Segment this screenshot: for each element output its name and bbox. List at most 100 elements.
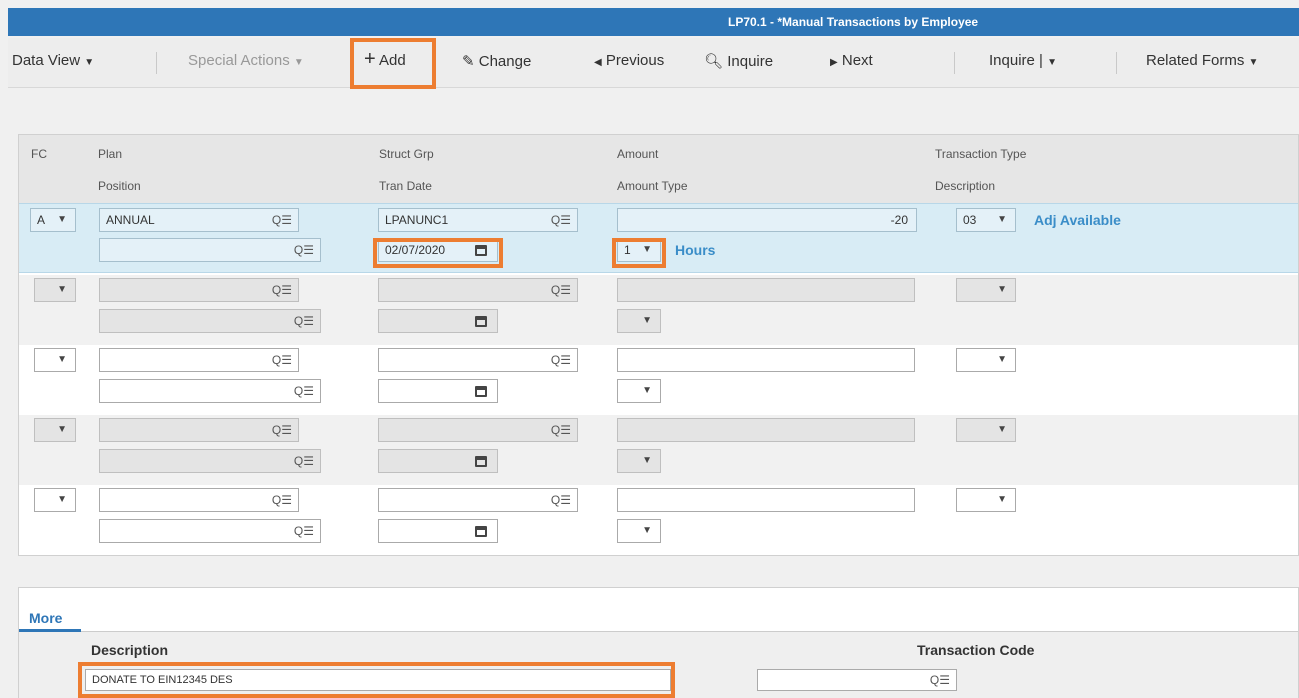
plan-field[interactable]: Q☰ — [99, 278, 299, 302]
header-position: Position — [98, 179, 141, 193]
chevron-down-icon: ▼ — [57, 494, 67, 505]
chevron-down-icon: ▼ — [57, 354, 67, 365]
header-fc: FC — [31, 147, 47, 161]
chevron-down-icon: ▼ — [1047, 57, 1058, 68]
related-forms-menu[interactable]: Related Forms ▼ — [1146, 52, 1258, 69]
grid-header: FC Plan Position Struct Grp Tran Date Am… — [19, 135, 1298, 203]
transaction-code-field[interactable]: Q☰ — [757, 669, 957, 691]
toolbar-divider — [1116, 52, 1117, 74]
struct-grp-field[interactable]: Q☰ — [378, 278, 578, 302]
search-list-icon[interactable]: Q☰ — [294, 380, 314, 402]
fc-select[interactable]: ▼ — [34, 278, 76, 302]
table-row[interactable]: ▼ Q☰ Q☰ Q☰ ▼ ▼ — [19, 415, 1298, 485]
amount-field[interactable] — [617, 418, 915, 442]
tran-date-field[interactable] — [378, 309, 498, 333]
fc-select[interactable]: ▼ — [34, 488, 76, 512]
toolbar: Data View ▼ Special Actions ▼ + Add ✎ Ch… — [8, 38, 1299, 88]
special-actions-menu[interactable]: Special Actions ▼ — [188, 52, 304, 69]
tran-date-field[interactable] — [378, 519, 498, 543]
search-list-icon[interactable]: Q☰ — [551, 279, 571, 301]
search-list-icon[interactable]: Q☰ — [272, 489, 292, 511]
struct-grp-field[interactable]: LPANUNC1 Q☰ — [378, 208, 578, 232]
struct-grp-field[interactable]: Q☰ — [378, 418, 578, 442]
amount-type-select[interactable]: ▼ — [617, 379, 661, 403]
inquire-dropdown[interactable]: Inquire | ▼ — [989, 52, 1057, 69]
inquire-dropdown-label: Inquire — [989, 52, 1035, 69]
search-list-icon[interactable]: Q☰ — [551, 419, 571, 441]
calendar-icon[interactable] — [475, 386, 487, 397]
amount-type-select[interactable]: ▼ — [617, 449, 661, 473]
table-row[interactable]: ▼ Q☰ Q☰ Q☰ ▼ ▼ — [19, 485, 1298, 555]
calendar-icon[interactable] — [475, 456, 487, 467]
header-tran-date: Tran Date — [379, 179, 432, 193]
position-field[interactable]: Q☰ — [99, 519, 321, 543]
position-field[interactable]: Q☰ — [99, 238, 321, 262]
pencil-icon: ✎ — [462, 53, 475, 70]
transaction-type-select[interactable]: ▼ — [956, 278, 1016, 302]
search-list-icon[interactable]: Q☰ — [551, 349, 571, 371]
search-list-icon[interactable]: Q☰ — [930, 670, 950, 690]
inquire-search-icon: 🔍︎ — [704, 53, 724, 70]
chevron-down-icon: ▼ — [57, 424, 67, 435]
plan-field[interactable]: ANNUAL Q☰ — [99, 208, 299, 232]
calendar-icon[interactable] — [475, 316, 487, 327]
position-field[interactable]: Q☰ — [99, 309, 321, 333]
toolbar-divider — [954, 52, 955, 74]
fc-select[interactable]: ▼ — [34, 348, 76, 372]
fc-select[interactable]: A ▼ — [30, 208, 76, 232]
struct-grp-field[interactable]: Q☰ — [378, 488, 578, 512]
chevron-down-icon: ▼ — [1248, 57, 1259, 68]
search-list-icon[interactable]: Q☰ — [272, 419, 292, 441]
chevron-down-icon: ▼ — [997, 424, 1007, 435]
next-button[interactable]: ▶ Next — [830, 52, 873, 69]
position-field[interactable]: Q☰ — [99, 449, 321, 473]
previous-button[interactable]: ◀ Previous — [594, 52, 664, 69]
fc-select[interactable]: ▼ — [34, 418, 76, 442]
data-view-menu[interactable]: Data View ▼ — [12, 52, 94, 69]
search-list-icon[interactable]: Q☰ — [294, 239, 314, 261]
search-list-icon[interactable]: Q☰ — [272, 279, 292, 301]
title-bar: LP70.1 - *Manual Transactions by Employe… — [8, 8, 1299, 36]
chevron-down-icon: ▼ — [642, 455, 652, 466]
table-row[interactable]: ▼ Q☰ Q☰ Q☰ ▼ ▼ — [19, 275, 1298, 345]
chevron-down-icon: ▼ — [997, 494, 1007, 505]
transaction-type-select[interactable]: ▼ — [956, 418, 1016, 442]
struct-grp-field[interactable]: Q☰ — [378, 348, 578, 372]
transaction-type-description[interactable]: Adj Available — [1034, 212, 1121, 228]
position-field[interactable]: Q☰ — [99, 379, 321, 403]
transaction-type-select[interactable]: ▼ — [956, 348, 1016, 372]
amount-type-select[interactable]: ▼ — [617, 309, 661, 333]
tran-date-field[interactable] — [378, 379, 498, 403]
chevron-down-icon: ▼ — [57, 284, 67, 295]
search-list-icon[interactable]: Q☰ — [294, 310, 314, 332]
search-list-icon[interactable]: Q☰ — [551, 489, 571, 511]
tab-more[interactable]: More — [19, 610, 62, 626]
plan-field[interactable]: Q☰ — [99, 418, 299, 442]
plan-field[interactable]: Q☰ — [99, 488, 299, 512]
amount-field[interactable]: -20 — [617, 208, 917, 232]
search-list-icon[interactable]: Q☰ — [272, 209, 292, 231]
description-highlight-box — [78, 662, 675, 698]
header-amount: Amount — [617, 147, 659, 161]
change-button[interactable]: ✎ Change — [462, 52, 531, 70]
amount-field[interactable] — [617, 488, 915, 512]
search-list-icon[interactable]: Q☰ — [294, 450, 314, 472]
amount-field[interactable] — [617, 278, 915, 302]
amount-field[interactable] — [617, 348, 915, 372]
search-list-icon[interactable]: Q☰ — [272, 349, 292, 371]
amount-type-select[interactable]: ▼ — [617, 519, 661, 543]
inquire-button[interactable]: 🔍︎ Inquire — [704, 52, 773, 70]
change-label: Change — [478, 53, 532, 70]
search-list-icon[interactable]: Q☰ — [294, 520, 314, 542]
tran-date-field[interactable] — [378, 449, 498, 473]
search-list-icon[interactable]: Q☰ — [551, 209, 571, 231]
fc-value: A — [37, 213, 46, 227]
transaction-type-select[interactable]: ▼ — [956, 488, 1016, 512]
table-row[interactable]: ▼ Q☰ Q☰ Q☰ ▼ ▼ — [19, 345, 1298, 415]
transaction-type-select[interactable]: 03 ▼ — [956, 208, 1016, 232]
plan-field[interactable]: Q☰ — [99, 348, 299, 372]
amount-type-description: Hours — [675, 242, 716, 258]
transactions-grid: FC Plan Position Struct Grp Tran Date Am… — [18, 134, 1299, 556]
triangle-right-icon: ▶ — [830, 57, 838, 68]
calendar-icon[interactable] — [475, 526, 487, 537]
